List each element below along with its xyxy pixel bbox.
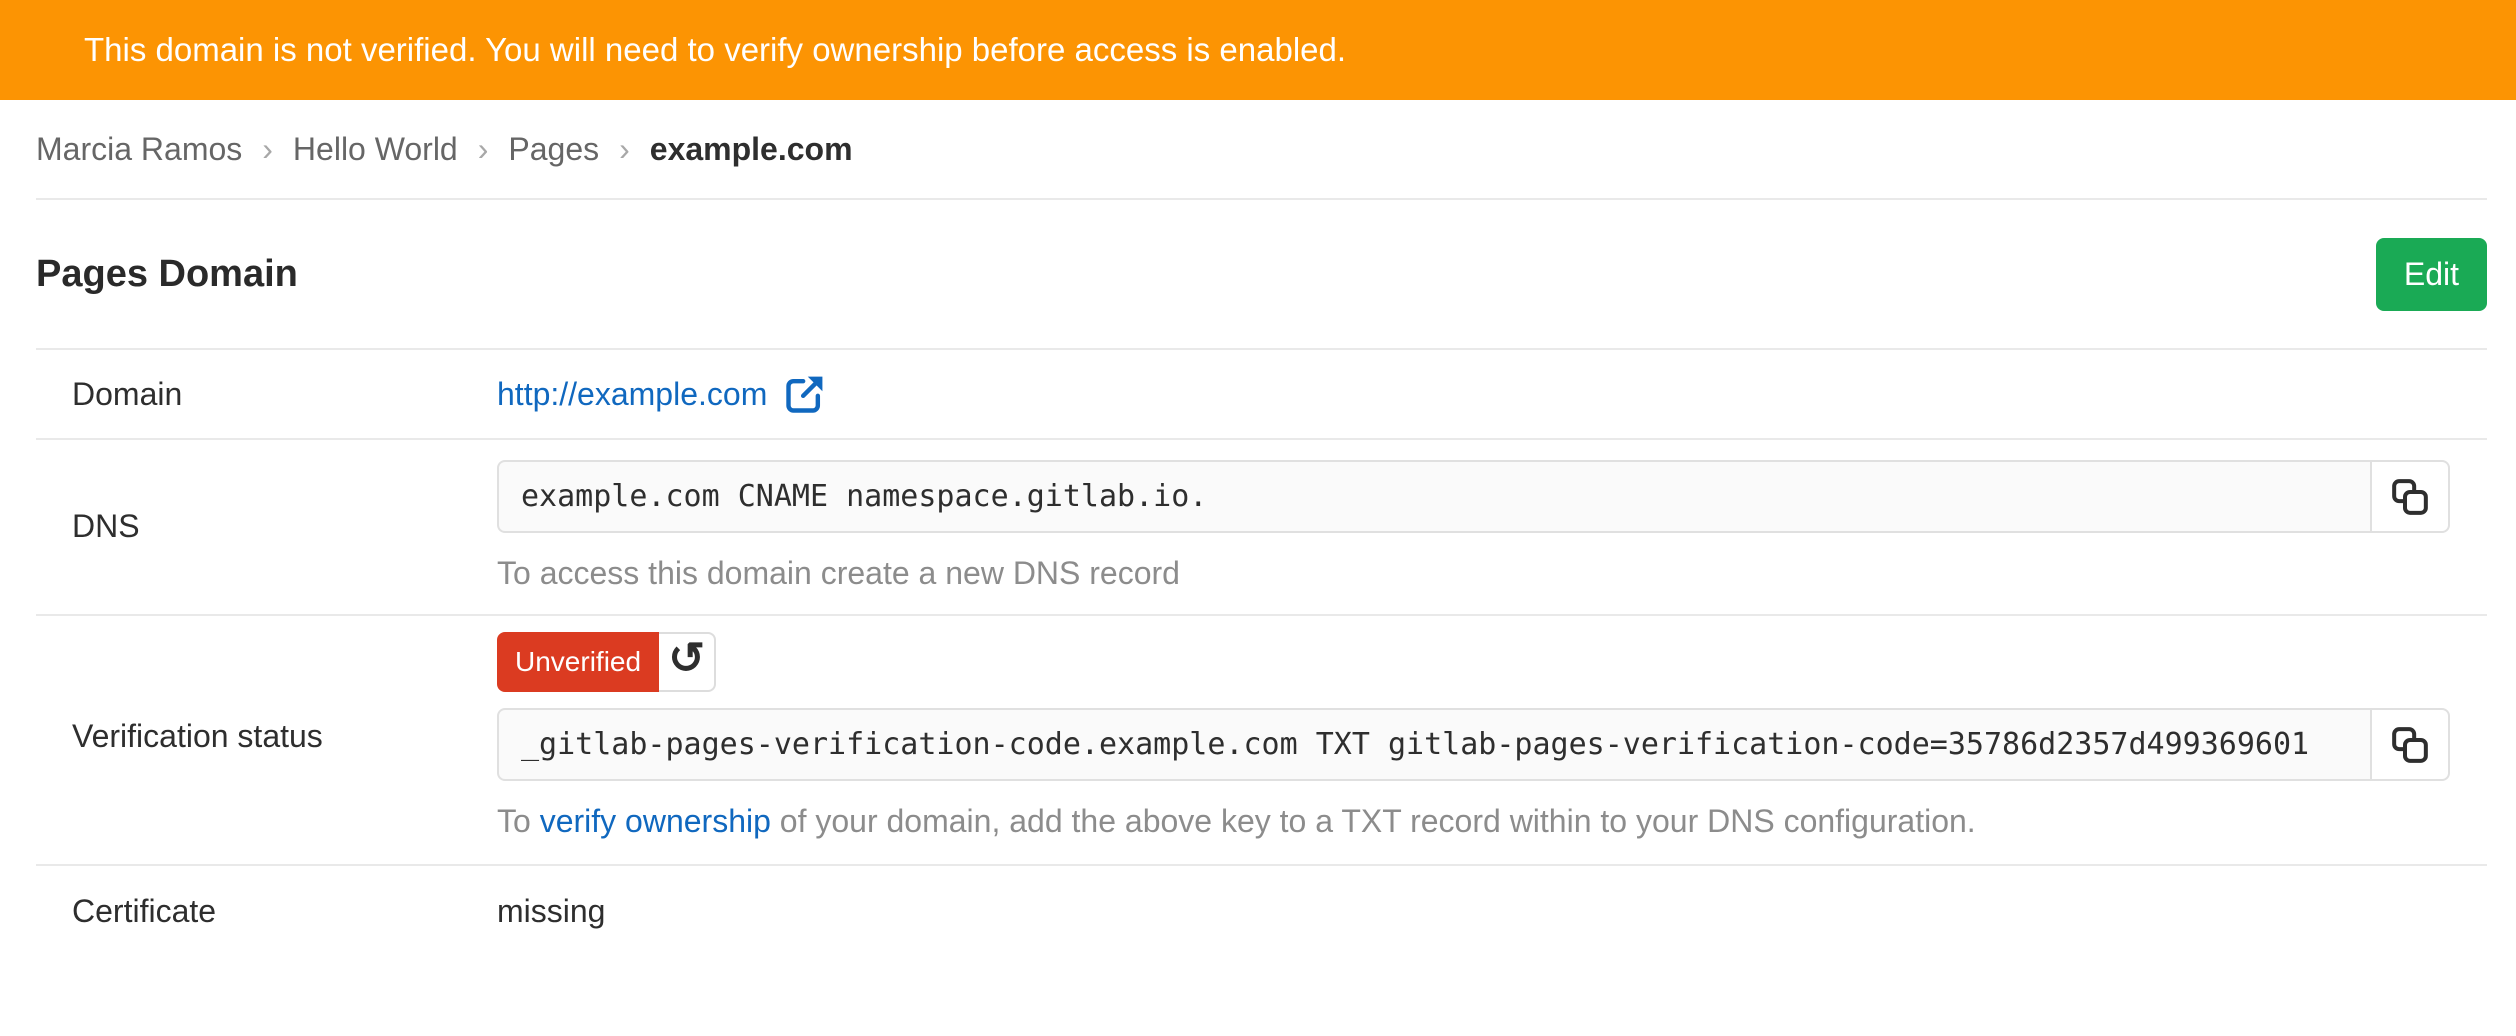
breadcrumb: Marcia Ramos › Hello World › Pages › exa… [36,100,2487,200]
verification-status-label: Verification status [36,718,497,755]
dns-help-text: To access this domain create a new DNS r… [497,555,2450,592]
warning-banner-text: This domain is not verified. You will ne… [84,31,1346,69]
breadcrumb-item-project[interactable]: Hello World [293,131,458,168]
dns-record-group [497,460,2450,533]
page-title: Pages Domain [36,253,298,296]
chevron-right-icon: › [478,131,489,168]
retry-verification-button[interactable]: ↺ [659,632,716,692]
breadcrumb-item-pages[interactable]: Pages [508,131,599,168]
edit-button[interactable]: Edit [2376,238,2487,311]
domain-link[interactable]: http://example.com [497,372,827,416]
copy-icon [2390,477,2430,517]
certificate-value: missing [497,893,605,929]
copy-verification-button[interactable] [2370,708,2450,781]
table-row-verification: Verification status Unverified ↺ [36,616,2487,866]
breadcrumb-item-user[interactable]: Marcia Ramos [36,131,242,168]
copy-icon [2390,725,2430,765]
verification-code-input[interactable] [497,708,2372,781]
verify-ownership-link[interactable]: verify ownership [540,803,771,839]
copy-dns-button[interactable] [2370,460,2450,533]
verification-help-text: To verify ownership of your domain, add … [497,803,2450,840]
page-header: Pages Domain Edit [36,200,2487,348]
verification-record-group [497,708,2450,781]
table-row-dns: DNS To access this domain create a new D… [36,440,2487,616]
domain-details-table: Domain http://example.com DNS [36,348,2487,956]
verification-help-prefix: To [497,803,540,839]
verification-status-group: Unverified ↺ [497,632,716,692]
warning-banner: This domain is not verified. You will ne… [0,0,2516,100]
retry-icon: ↺ [668,637,705,681]
table-row-domain: Domain http://example.com [36,350,2487,440]
verification-help-suffix: of your domain, add the above key to a T… [771,803,1976,839]
domain-label: Domain [36,376,497,413]
chevron-right-icon: › [619,131,630,168]
breadcrumb-item-current: example.com [650,131,853,168]
main-content: Marcia Ramos › Hello World › Pages › exa… [36,100,2487,956]
chevron-right-icon: › [262,131,273,168]
certificate-label: Certificate [36,893,497,930]
status-badge: Unverified [497,632,659,692]
external-link-icon [783,372,827,416]
dns-label: DNS [36,508,497,545]
table-row-certificate: Certificate missing [36,866,2487,956]
dns-record-input[interactable] [497,460,2372,533]
domain-link-text: http://example.com [497,376,767,413]
